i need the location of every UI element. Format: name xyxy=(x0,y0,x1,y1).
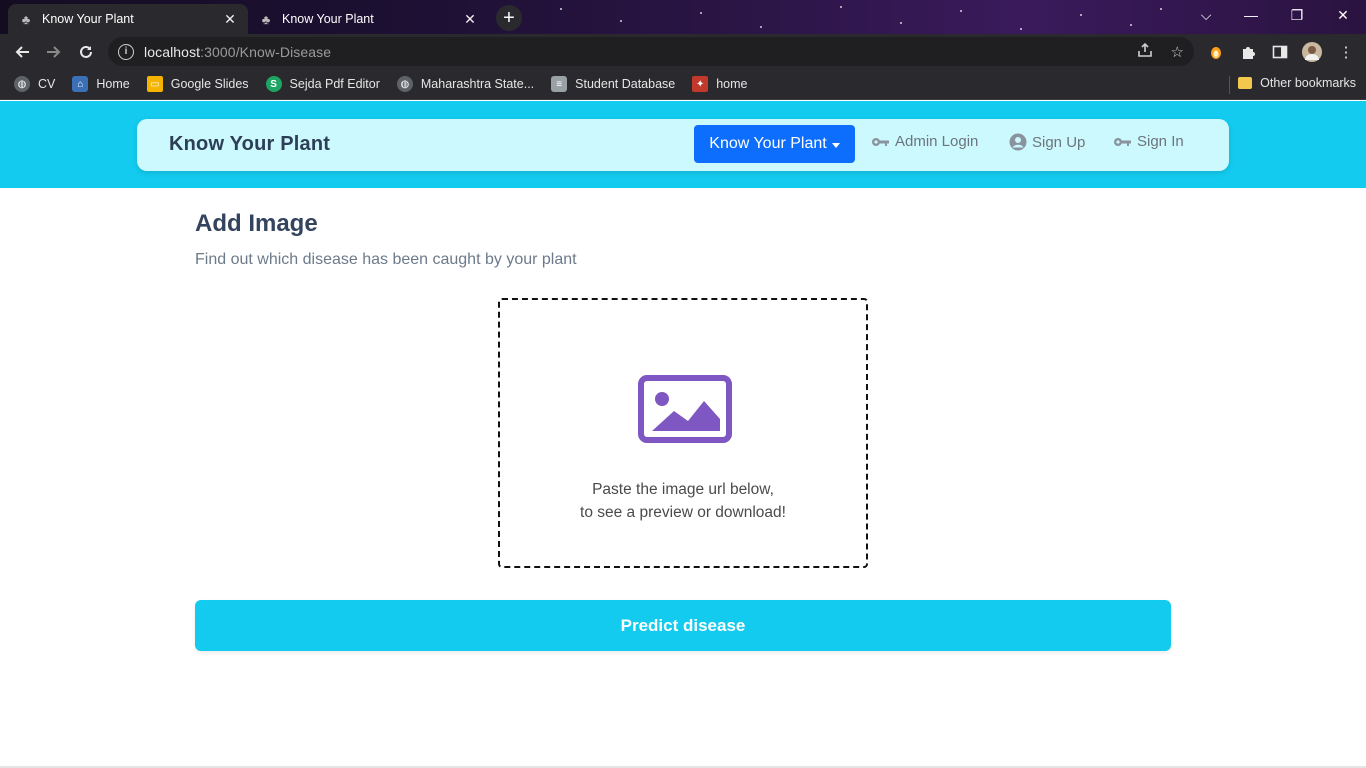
close-icon[interactable]: ✕ xyxy=(222,11,238,27)
dropzone-line-1: Paste the image url below, xyxy=(592,481,774,498)
user-circle-icon xyxy=(1009,133,1027,151)
reload-icon[interactable] xyxy=(72,38,100,66)
caret-down-icon xyxy=(831,142,840,148)
tab-know-your-plant-2[interactable]: ♣ Know Your Plant ✕ xyxy=(248,4,488,34)
sign-up-link[interactable]: Sign Up xyxy=(1009,133,1085,151)
tab-know-your-plant-1[interactable]: ♣ Know Your Plant ✕ xyxy=(8,4,248,34)
url-text: localhost:3000/Know-Disease xyxy=(144,43,332,60)
globe-icon: ◍ xyxy=(14,76,30,92)
predict-disease-button[interactable]: Predict disease xyxy=(195,600,1171,651)
back-arrow-icon[interactable] xyxy=(8,38,36,66)
extensions-puzzle-icon[interactable] xyxy=(1238,42,1258,62)
globe-icon: ◍ xyxy=(396,76,413,92)
bookmark-home-emblem[interactable]: ✦ home xyxy=(692,76,748,92)
bookmark-maharashtra[interactable]: ◍ Maharashtra State... xyxy=(396,76,534,92)
restore-button[interactable]: ❐ xyxy=(1274,0,1320,30)
other-bookmarks[interactable]: Other bookmarks xyxy=(1238,76,1356,90)
app-header: Know Your Plant Know Your Plant Admin Lo… xyxy=(0,101,1366,188)
bookmark-sejda[interactable]: S Sejda Pdf Editor xyxy=(265,76,380,92)
browser-toolbar: i localhost:3000/Know-Disease ☆ ⋮ xyxy=(0,34,1366,69)
navbar: Know Your Plant Know Your Plant Admin Lo… xyxy=(137,119,1229,171)
sejda-icon: S xyxy=(265,76,282,92)
emblem-icon: ✦ xyxy=(692,76,709,92)
image-dropzone[interactable]: Paste the image url below, to see a prev… xyxy=(498,298,868,568)
site-icon: ⌂ xyxy=(72,76,89,92)
tab-title: Know Your Plant xyxy=(42,12,134,26)
admin-login-label: Admin Login xyxy=(895,133,979,150)
tab-title: Know Your Plant xyxy=(282,12,374,26)
page-title: Add Image xyxy=(195,210,318,237)
profile-avatar[interactable] xyxy=(1302,42,1322,62)
admin-login-link[interactable]: Admin Login xyxy=(871,133,978,150)
bookmarks-divider xyxy=(1229,76,1230,94)
bookmark-google-slides[interactable]: ▭ Google Slides xyxy=(146,76,249,92)
bookmark-cv[interactable]: ◍ CV xyxy=(14,76,55,92)
bookmark-student-database[interactable]: ≡ Student Database xyxy=(551,76,675,92)
folder-icon xyxy=(1238,77,1253,89)
browser-titlebar: ♣ Know Your Plant ✕ ♣ Know Your Plant ✕ … xyxy=(0,0,1366,34)
minimize-button[interactable]: — xyxy=(1228,0,1274,30)
bookmarks-bar: ◍ CV ⌂ Home ▭ Google Slides S Sejda Pdf … xyxy=(0,69,1366,100)
dropzone-line-2: to see a preview or download! xyxy=(580,504,786,521)
window-close-button[interactable]: ✕ xyxy=(1320,0,1366,30)
database-icon: ≡ xyxy=(551,76,568,92)
plant-favicon-icon: ♣ xyxy=(21,11,31,27)
forward-arrow-icon[interactable] xyxy=(40,38,68,66)
sign-up-label: Sign Up xyxy=(1032,133,1086,151)
site-info-icon[interactable]: i xyxy=(118,43,134,60)
dropdown-label: Know Your Plant xyxy=(709,135,827,152)
close-icon[interactable]: ✕ xyxy=(462,11,478,27)
new-tab-button[interactable]: + xyxy=(496,5,522,31)
key-icon xyxy=(871,137,890,147)
image-icon xyxy=(638,375,732,448)
sign-in-label: Sign In xyxy=(1137,133,1184,150)
plant-favicon-icon: ♣ xyxy=(261,11,271,27)
tab-search-chevron-icon[interactable]: ⌵ xyxy=(1183,0,1229,30)
page-subtitle: Find out which disease has been caught b… xyxy=(195,251,577,268)
know-your-plant-dropdown[interactable]: Know Your Plant xyxy=(694,125,855,163)
side-panel-icon[interactable] xyxy=(1270,42,1290,62)
dropzone-instructions: Paste the image url below, to see a prev… xyxy=(500,478,866,524)
address-bar[interactable]: i localhost:3000/Know-Disease ☆ xyxy=(108,37,1194,66)
sign-in-link[interactable]: Sign In xyxy=(1113,133,1184,150)
key-icon xyxy=(1113,137,1132,147)
more-menu-icon[interactable]: ⋮ xyxy=(1336,42,1356,62)
bookmark-star-icon[interactable]: ☆ xyxy=(1171,43,1184,61)
extension-fire-icon[interactable] xyxy=(1206,42,1226,62)
brand-title[interactable]: Know Your Plant xyxy=(169,133,330,156)
slides-icon: ▭ xyxy=(146,76,163,92)
bookmark-home[interactable]: ⌂ Home xyxy=(72,76,130,92)
share-icon[interactable] xyxy=(1137,42,1153,62)
